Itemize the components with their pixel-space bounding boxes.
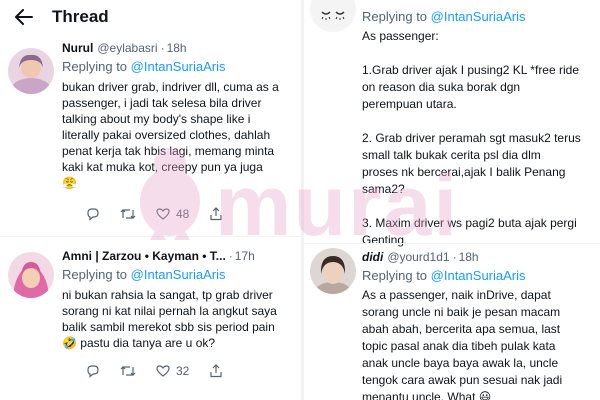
- page-title: Thread: [52, 7, 109, 26]
- like-count: 48: [176, 207, 190, 221]
- tweet-text-line: talking about my body's shape like i: [62, 112, 251, 126]
- tweet-text-line: bukan driver grab, indriver dll, cuma as…: [62, 80, 279, 94]
- timestamp[interactable]: 18h: [167, 40, 187, 56]
- tweet-header: Amni | Zarzou • Kayman • T... · 17h: [62, 248, 293, 264]
- tweet-text-line: perempuan utara.: [362, 97, 457, 111]
- tweet-text-line: sorang uncle ni baik je pesan macam: [362, 305, 561, 319]
- like-button[interactable]: 48: [156, 207, 189, 221]
- tweet-amni[interactable]: Amni | Zarzou • Kayman • T... · 17h Repl…: [0, 248, 301, 351]
- tweet-text-line: small talk bukak cerita psl dia dlm: [362, 148, 541, 162]
- top-bar: Thread: [0, 0, 301, 34]
- tweet-text-line: penat kerja tak hbis lagi, memang minta: [62, 144, 275, 158]
- left-screenshot: Thread Nurul @eylabasri · 18h Replying t…: [0, 0, 302, 400]
- tweet-text-line: abah abah, bercerita apa semua, last: [362, 322, 561, 336]
- replying-to-link[interactable]: @IntanSuriaAris: [431, 9, 526, 24]
- tweet-text-line: [362, 113, 581, 130]
- retweet-icon: [120, 209, 136, 219]
- replying-to: Replying to @IntanSuriaAris: [362, 8, 526, 25]
- timestamp[interactable]: 18h: [459, 249, 479, 265]
- author-handle[interactable]: @eylabasri: [97, 40, 157, 56]
- replying-to-label: Replying to: [362, 9, 431, 24]
- author-name[interactable]: Nurul: [62, 40, 93, 56]
- tweet-text-line: 2. Grab driver peramah sgt masuk2 terus: [362, 131, 581, 145]
- replying-to-link[interactable]: @IntanSuriaAris: [431, 268, 526, 283]
- tweet-text-line: topic pasal anak dia tibeh pulak kata: [362, 339, 556, 353]
- tweet-text: bukan driver grab, indriver dll, cuma as…: [62, 79, 293, 191]
- tweet-text-line: on reason dia suka borak dgn: [362, 80, 521, 94]
- tweet-didi[interactable]: didi @yourd1d1 · 18h Replying to @IntanS…: [362, 249, 594, 400]
- share-button[interactable]: [209, 207, 223, 221]
- tweet-text-line: Genting.: [362, 233, 408, 247]
- tweet-text-line: 😤: [62, 176, 77, 190]
- timestamp[interactable]: 17h: [235, 248, 255, 264]
- avatar[interactable]: [310, 0, 356, 32]
- share-button[interactable]: [209, 364, 223, 378]
- avatar[interactable]: [8, 252, 54, 298]
- tweet-text-line: proses nk bercerai,ajak I balik Penang: [362, 165, 566, 179]
- tweet-text-line: 🤣 pastu dia tanya are u ok?: [62, 336, 216, 350]
- tweet-text: As a passenger, naik inDrive, dapat sora…: [362, 287, 594, 400]
- tweet-text-line: anak uncle baya baya awak la, uncle: [362, 356, 559, 370]
- separator-dot: ·: [160, 41, 165, 55]
- reply-button[interactable]: [86, 364, 100, 378]
- heart-icon: [156, 208, 170, 220]
- replying-to-label: Replying to: [362, 268, 431, 283]
- replying-to-link[interactable]: @IntanSuriaAris: [131, 59, 226, 74]
- author-name[interactable]: didi: [362, 249, 383, 265]
- tweet-header: Nurul @eylabasri · 18h: [62, 40, 293, 56]
- tweet-text: ni bukan rahsia la sangat, tp grab drive…: [62, 287, 293, 351]
- reply-icon: [87, 208, 99, 221]
- tweet-text-line: kaki kat muka kot, creepy pun ya juga: [62, 160, 263, 174]
- replying-to-label: Replying to: [62, 59, 131, 74]
- separator-dot: ·: [228, 249, 233, 263]
- tweet-text-line: 3. Maxim driver ws pagi2 buta ajak pergi: [362, 216, 577, 230]
- right-screenshot: Replying to @IntanSuriaAris As passenger…: [304, 0, 600, 400]
- tweet-actions: 48: [86, 207, 243, 221]
- avatar[interactable]: [310, 248, 356, 294]
- back-arrow-icon[interactable]: [14, 7, 34, 27]
- replying-to: Replying to @IntanSuriaAris: [62, 58, 293, 75]
- like-count: 32: [176, 364, 190, 378]
- share-icon: [210, 364, 222, 378]
- reply-icon: [87, 365, 99, 378]
- tweet-text-line: balik sambil merekot sbb sis period pain: [62, 320, 275, 334]
- tweet-nurul[interactable]: Nurul @eylabasri · 18h Replying to @Inta…: [0, 40, 301, 191]
- retweet-button[interactable]: [120, 207, 136, 221]
- author-handle[interactable]: @yourd1d1: [387, 249, 449, 265]
- replying-to-label: Replying to: [62, 267, 131, 282]
- tweet-text-line: sama2?: [362, 182, 405, 196]
- tweet-text: As passenger: 1.Grab driver ajak I pusin…: [362, 28, 581, 249]
- tweet-text-line: As passenger:: [362, 29, 439, 43]
- tweet-header: didi @yourd1d1 · 18h: [362, 249, 594, 265]
- replying-to-link[interactable]: @IntanSuriaAris: [131, 267, 226, 282]
- tweet-text-line: tengok cara awak pun sesuai nak jadi: [362, 373, 563, 387]
- tweet-text-line: [362, 45, 581, 62]
- separator-dot: ·: [452, 250, 457, 264]
- heart-icon: [156, 365, 170, 377]
- retweet-button[interactable]: [120, 364, 136, 378]
- tweet-text-line: ni bukan rahsia la sangat, tp grab drive…: [62, 288, 273, 302]
- retweet-icon: [120, 366, 136, 376]
- tweet-text-line: 1.Grab driver ajak I pusing2 KL *free ri…: [362, 63, 580, 77]
- replying-to: Replying to @IntanSuriaAris: [62, 266, 293, 283]
- tweet-divider: [304, 243, 600, 244]
- tweet-text-line: menantu uncle. What 😃: [362, 390, 492, 400]
- share-icon: [210, 207, 222, 221]
- tweet-text-line: As a passenger, naik inDrive, dapat: [362, 288, 551, 302]
- tweet-text-line: [362, 198, 581, 215]
- like-button[interactable]: 32: [156, 364, 189, 378]
- tweet-text-line: sorang ni kat nilai pernah la angkut say…: [62, 304, 277, 318]
- reply-button[interactable]: [86, 207, 100, 221]
- replying-to: Replying to @IntanSuriaAris: [362, 267, 594, 284]
- tweet-actions: 32: [86, 364, 243, 378]
- tweet-divider: [0, 236, 301, 237]
- tweet-text-line: passenger, i jadi tak selesa bila driver: [62, 96, 262, 110]
- author-name[interactable]: Amni | Zarzou • Kayman • T...: [62, 248, 226, 264]
- tweet-text-line: literally pakai oversized clothes, dahla…: [62, 128, 271, 142]
- avatar[interactable]: [8, 48, 54, 94]
